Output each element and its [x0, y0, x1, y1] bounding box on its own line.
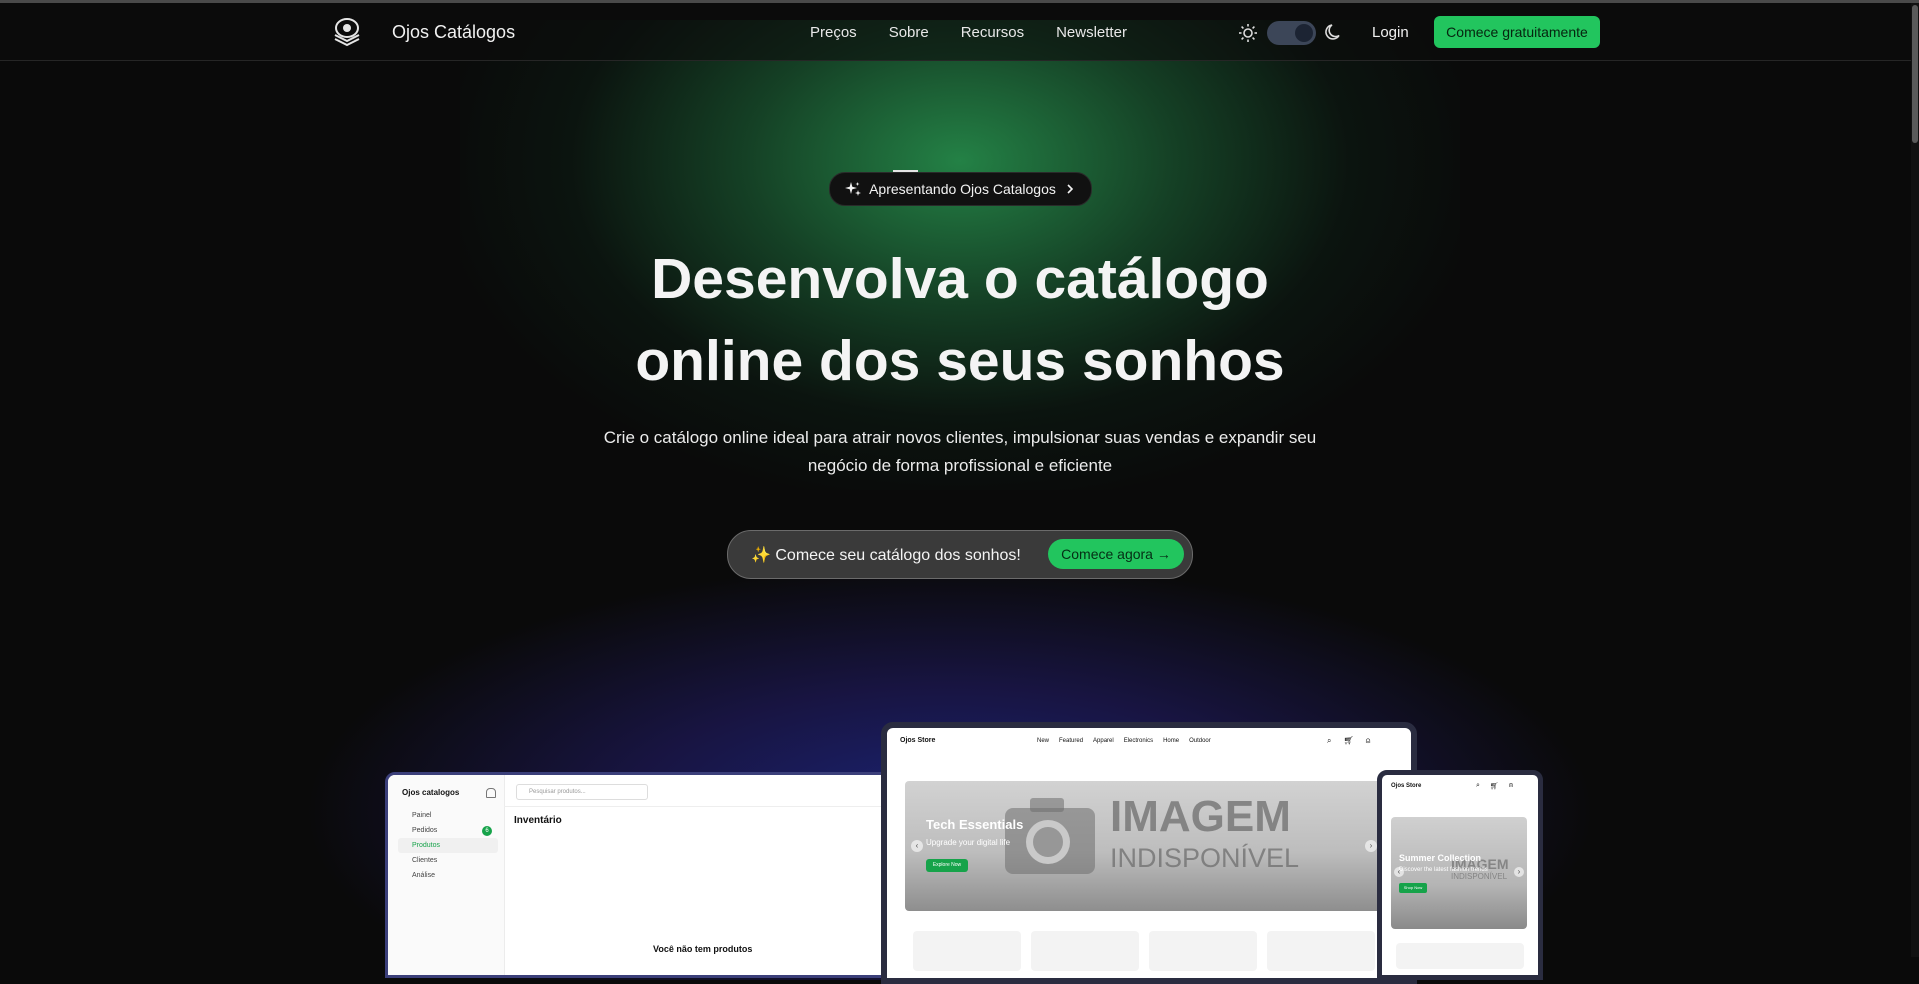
phone-banner-button: Shop Now: [1399, 883, 1427, 893]
store-brand: Ojos Store: [900, 737, 936, 744]
empty-products-message: Você não tem produtos: [653, 944, 753, 954]
toggle-knob: [1295, 24, 1313, 42]
dashboard-brand: Ojos catalogos: [402, 788, 460, 797]
dashboard-search: Pesquisar produtos...: [516, 784, 648, 800]
intro-badge-label: Apresentando Ojos Catalogos: [869, 181, 1056, 197]
sparkles-icon: [845, 182, 862, 196]
hero-cta-text: ✨ Comece seu catálogo dos sonhos!: [751, 547, 1021, 564]
hero-title-line-1: Desenvolva o catálogo: [651, 247, 1269, 311]
hero-title: Desenvolva o catálogo online dos seus so…: [560, 238, 1360, 402]
hero-subtitle: Crie o catálogo online ideal para atrair…: [560, 424, 1360, 480]
store-banner-title: Tech Essentials: [926, 817, 1024, 832]
intro-badge[interactable]: Apresentando Ojos Catalogos: [829, 172, 1092, 206]
product-card: [1396, 943, 1524, 969]
menu-item-pedidos-label: Pedidos: [412, 827, 438, 834]
user-icon: ⍝: [1365, 736, 1371, 745]
hero-subtitle-line-2: negócio de forma profissional e eficient…: [807, 456, 1113, 475]
nav-link-precos[interactable]: Preços: [810, 24, 857, 41]
phone-hero-banner: IMAGEM INDISPONÍVEL Summer Collection Di…: [1391, 817, 1527, 929]
store-nav-outdoor: Outdoor: [1189, 738, 1211, 744]
scrollbar-thumb[interactable]: [1912, 5, 1918, 143]
theme-toggle[interactable]: [1267, 21, 1316, 45]
store-nav-apparel: Apparel: [1093, 738, 1114, 744]
login-link[interactable]: Login: [1372, 24, 1409, 41]
dashboard-menu: Painel Pedidos 6 Produtos Clientes Anális…: [398, 808, 498, 883]
product-card: [1149, 931, 1257, 971]
brand-name[interactable]: Ojos Catálogos: [392, 22, 515, 43]
hero-title-line-2: online dos seus sonhos: [635, 329, 1285, 393]
user-icon: ⍝: [1508, 782, 1514, 789]
dashboard-mockup: Ojos catalogos Painel Pedidos 6 Produtos …: [385, 772, 891, 978]
phone-store-brand: Ojos Store: [1391, 783, 1422, 789]
search-icon: ⌕: [1476, 782, 1480, 789]
phone-banner-title: Summer Collection: [1399, 853, 1482, 863]
phone-header-icons: ⌕ 🛒︎ ⍝: [1476, 782, 1513, 790]
sun-icon: [1239, 24, 1257, 42]
chevron-right-icon: ›: [1365, 840, 1377, 852]
store-banner-subtitle: Upgrade your digital life: [926, 838, 1011, 847]
menu-item-analise: Análise: [412, 872, 435, 879]
chevron-left-icon: ‹: [1394, 867, 1404, 877]
store-nav-home: Home: [1163, 738, 1180, 744]
page-scrollbar[interactable]: [1911, 3, 1919, 957]
hero-subtitle-line-1: Crie o catálogo online ideal para atrair…: [603, 428, 1317, 447]
store-mockup: Ojos Store New Featured Apparel Electron…: [881, 722, 1417, 984]
nav-link-sobre[interactable]: Sobre: [889, 24, 929, 41]
chevron-right-icon: [1067, 184, 1074, 194]
store-header-icons: ⌕ 🛒︎ ⍝: [1327, 736, 1370, 746]
menu-item-pedidos: Pedidos 6: [398, 823, 498, 838]
chevron-left-icon: ‹: [911, 840, 923, 852]
bell-icon: [486, 788, 496, 798]
start-now-button[interactable]: Comece agora →: [1048, 539, 1184, 569]
camera-placeholder-icon: [1005, 798, 1095, 874]
image-unavailable-text-1: IMAGEM: [1110, 792, 1291, 841]
site-header: Ojos Catálogos Preços Sobre Recursos New…: [0, 3, 1919, 61]
image-unavailable-text-2: INDISPONÍVEL: [1451, 872, 1508, 881]
search-icon: ⌕: [1327, 736, 1332, 745]
nav-link-newsletter[interactable]: Newsletter: [1056, 24, 1127, 41]
phone-banner-subtitle: Discover the latest fashion trends: [1399, 867, 1488, 873]
nav-link-recursos[interactable]: Recursos: [961, 24, 1024, 41]
start-free-button[interactable]: Comece gratuitamente: [1434, 16, 1600, 48]
store-banner-button: Explore Now: [926, 859, 968, 872]
phone-mockup: Ojos Store ⌕ 🛒︎ ⍝ IMAGEM INDISPONÍVEL Su…: [1377, 770, 1543, 980]
store-nav: New Featured Apparel Electronics Home Ou…: [1037, 738, 1211, 744]
arrow-right-icon: →: [1156, 546, 1171, 562]
product-card: [1267, 931, 1375, 971]
chevron-right-icon: ›: [1514, 867, 1524, 877]
store-nav-featured: Featured: [1059, 738, 1084, 744]
orders-count-badge: 6: [482, 826, 492, 836]
menu-item-produtos: Produtos: [398, 838, 498, 853]
image-unavailable-text-2: INDISPONÍVEL: [1110, 843, 1300, 873]
logo-icon[interactable]: [330, 17, 364, 49]
start-now-label: Comece agora: [1061, 546, 1153, 562]
dashboard-divider: [504, 806, 888, 807]
store-product-cards: [913, 931, 1375, 971]
cart-icon: 🛒︎: [1343, 736, 1354, 745]
hero-cta-bar: ✨ Comece seu catálogo dos sonhos! Comece…: [727, 530, 1193, 579]
product-card: [913, 931, 1021, 971]
main-nav: Preços Sobre Recursos Newsletter: [810, 24, 1127, 41]
cart-icon: 🛒︎: [1489, 783, 1499, 790]
product-card: [1031, 931, 1139, 971]
menu-item-painel: Painel: [412, 812, 432, 819]
store-hero-banner: IMAGEM INDISPONÍVEL Tech Essentials Upgr…: [905, 781, 1401, 911]
dashboard-sidebar: Ojos catalogos Painel Pedidos 6 Produtos …: [388, 775, 505, 975]
inventory-title: Inventário: [514, 815, 562, 826]
moon-icon: [1325, 24, 1340, 40]
store-nav-new: New: [1037, 738, 1050, 744]
store-nav-electronics: Electronics: [1123, 738, 1154, 744]
menu-item-clientes: Clientes: [412, 857, 438, 864]
